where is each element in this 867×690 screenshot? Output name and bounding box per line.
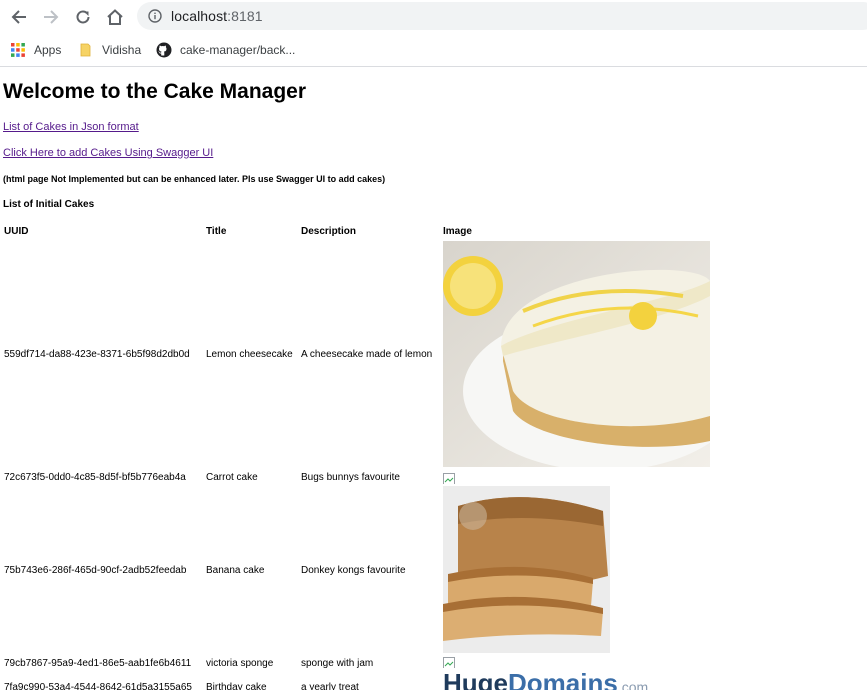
cell-description: Bugs bunnys favourite — [301, 472, 400, 483]
broken-image-icon — [443, 656, 455, 668]
cell-description: Donkey kongs favourite — [301, 565, 406, 576]
bookmark-label: Apps — [34, 43, 62, 57]
cell-title: Birthday cake — [206, 682, 267, 690]
bookmarks-bar: Apps Vidisha cake-manager/back... — [0, 33, 867, 67]
arrow-left-icon — [11, 10, 26, 24]
lemon-cheesecake-image — [443, 241, 710, 467]
info-note: (html page Not Implemented but can be en… — [3, 174, 386, 184]
swagger-link[interactable]: Click Here to add Cakes Using Swagger UI — [3, 147, 213, 159]
logo-text: Domains — [508, 668, 618, 690]
cell-uuid: 75b743e6-286f-465d-90cf-2adb52feedab — [4, 565, 187, 576]
folder-icon — [80, 43, 91, 57]
column-header-description: Description — [301, 226, 357, 237]
back-button[interactable] — [6, 4, 32, 30]
hugedomains-logo: HugeDomains.com — [443, 668, 673, 690]
logo-text: .com — [617, 679, 649, 690]
reload-icon — [76, 10, 90, 24]
home-icon — [107, 9, 123, 25]
cell-title: Lemon cheesecake — [206, 349, 293, 360]
column-header-title: Title — [206, 226, 227, 237]
column-header-image: Image — [443, 226, 472, 237]
info-icon[interactable] — [148, 9, 162, 23]
address-bar[interactable]: localhost:8181 — [137, 2, 867, 30]
column-header-uuid: UUID — [4, 226, 29, 237]
page-content: Welcome to the Cake Manager List of Cake… — [0, 67, 867, 690]
bookmark-cake-manager[interactable]: cake-manager/back... — [156, 40, 295, 60]
cell-title: Banana cake — [206, 565, 265, 576]
cell-title: victoria sponge — [206, 658, 274, 669]
cell-uuid: 559df714-da88-423e-8371-6b5f98d2db0d — [4, 349, 190, 360]
cell-title: Carrot cake — [206, 472, 258, 483]
logo-text: Huge — [443, 668, 508, 690]
banana-cake-image — [443, 486, 610, 653]
url-port: :8181 — [227, 8, 263, 24]
json-list-link[interactable]: List of Cakes in Json format — [3, 121, 139, 133]
cell-description: sponge with jam — [301, 658, 374, 669]
forward-button[interactable] — [38, 4, 64, 30]
page-title: Welcome to the Cake Manager — [3, 80, 307, 103]
apps-grid-icon — [11, 43, 25, 57]
home-button[interactable] — [102, 4, 128, 30]
arrow-right-icon — [44, 10, 59, 24]
cell-uuid: 72c673f5-0dd0-4c85-8d5f-bf5b776eab4a — [4, 472, 186, 483]
url-text: localhost:8181 — [171, 8, 263, 24]
list-heading: List of Initial Cakes — [3, 199, 95, 210]
browser-toolbar: localhost:8181 — [0, 0, 867, 33]
broken-image-icon — [443, 472, 455, 484]
reload-button[interactable] — [70, 4, 96, 30]
bookmark-vidisha[interactable]: Vidisha — [80, 40, 141, 60]
github-icon — [156, 42, 172, 58]
cell-uuid: 79cb7867-95a9-4ed1-86e5-aab1fe6b4611 — [4, 658, 192, 669]
url-host: localhost — [171, 8, 228, 24]
bookmark-label: Vidisha — [102, 43, 142, 57]
cell-uuid: 7fa9c990-53a4-4544-8642-61d5a3155a65 — [4, 682, 192, 690]
bookmark-label: cake-manager/back... — [180, 43, 296, 57]
cell-description: a yearly treat — [301, 682, 359, 690]
bookmark-apps[interactable]: Apps — [10, 40, 61, 60]
cell-description: A cheesecake made of lemon — [301, 349, 433, 360]
